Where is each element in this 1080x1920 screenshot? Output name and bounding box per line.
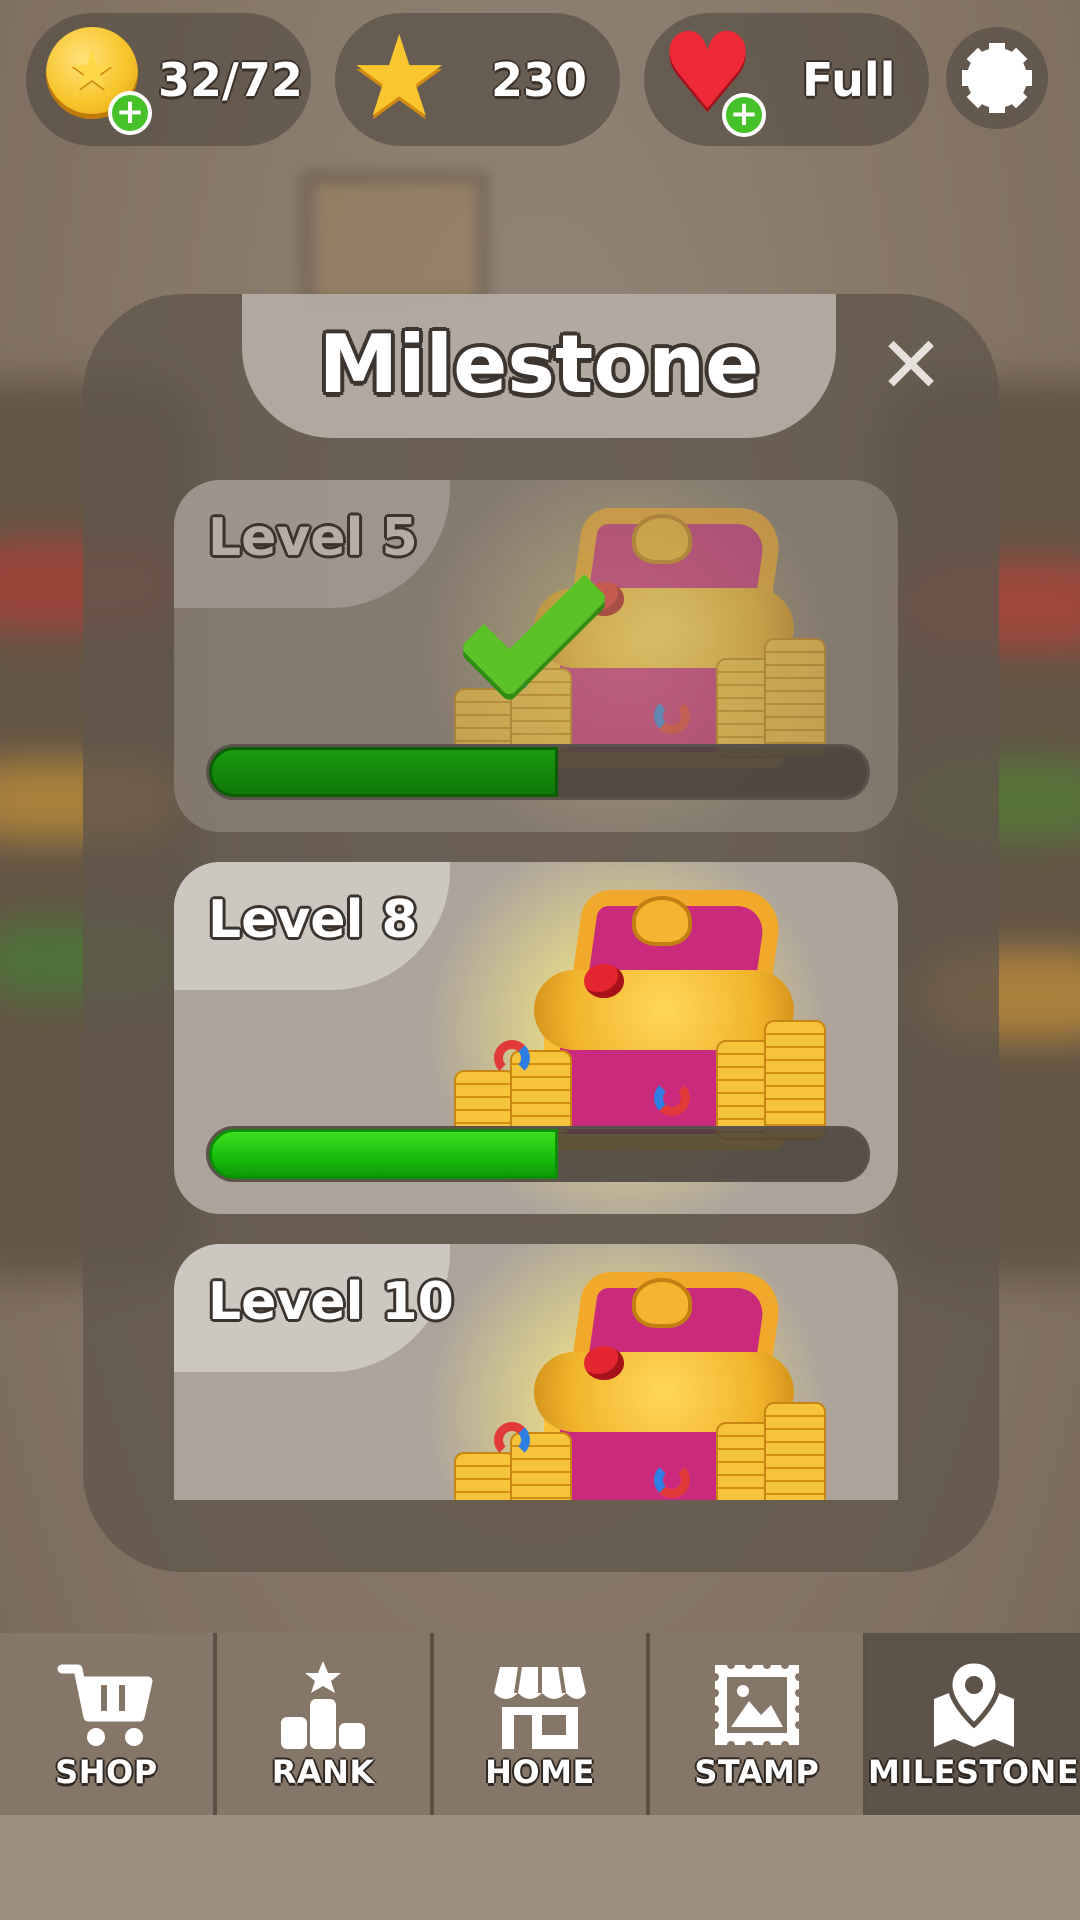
lives-value: Full xyxy=(802,53,896,107)
coins-counter[interactable]: + 32/72 xyxy=(26,13,311,146)
add-coins-button[interactable]: + xyxy=(108,91,152,135)
coins-value: 32/72 xyxy=(158,53,303,107)
podium-icon xyxy=(281,1661,366,1749)
milestone-card-level-8: Level 8 xyxy=(174,862,898,1214)
store-icon xyxy=(493,1666,586,1749)
milestone-progress-bar xyxy=(206,1126,870,1182)
nav-label: STAMP xyxy=(694,1753,820,1791)
bottom-safe-area xyxy=(0,1815,1080,1920)
star-icon: ★ xyxy=(349,12,450,142)
treasure-chest-icon xyxy=(454,1272,826,1500)
cart-icon xyxy=(57,1664,153,1746)
nav-label: HOME xyxy=(485,1753,595,1791)
nav-rank[interactable]: RANK xyxy=(216,1633,434,1815)
stars-value: 230 xyxy=(491,53,588,107)
modal-title: Milestone xyxy=(318,318,760,411)
progress-fill xyxy=(209,1129,558,1179)
milestone-card-level-5: Level 5 xyxy=(174,480,898,832)
nav-stamp[interactable]: STAMP xyxy=(650,1633,868,1815)
lives-counter[interactable]: ♥ + Full xyxy=(644,13,929,146)
nav-home[interactable]: HOME xyxy=(433,1633,651,1815)
nav-shop[interactable]: SHOP xyxy=(0,1633,217,1815)
nav-milestone[interactable]: MILESTONE xyxy=(867,1633,1080,1815)
stars-counter: ★ 230 xyxy=(335,13,620,146)
milestone-progress-bar xyxy=(206,744,870,800)
progress-fill xyxy=(209,747,558,797)
close-icon[interactable]: ✕ xyxy=(878,327,944,405)
milestone-card-level-10: Level 10 xyxy=(174,1244,898,1500)
map-pin-icon xyxy=(933,1659,1014,1747)
settings-button[interactable] xyxy=(946,27,1048,129)
milestone-list[interactable]: Level 5 Level 8 Level 10 xyxy=(174,480,898,1500)
add-lives-button[interactable]: + xyxy=(722,93,766,137)
nav-label: SHOP xyxy=(55,1753,158,1791)
nav-label: MILESTONE xyxy=(867,1753,1080,1791)
nav-label: RANK xyxy=(271,1753,375,1791)
stamp-icon xyxy=(710,1661,803,1749)
bottom-nav: SHOP RANK HOME STAMP MILESTONE xyxy=(0,1633,1080,1815)
